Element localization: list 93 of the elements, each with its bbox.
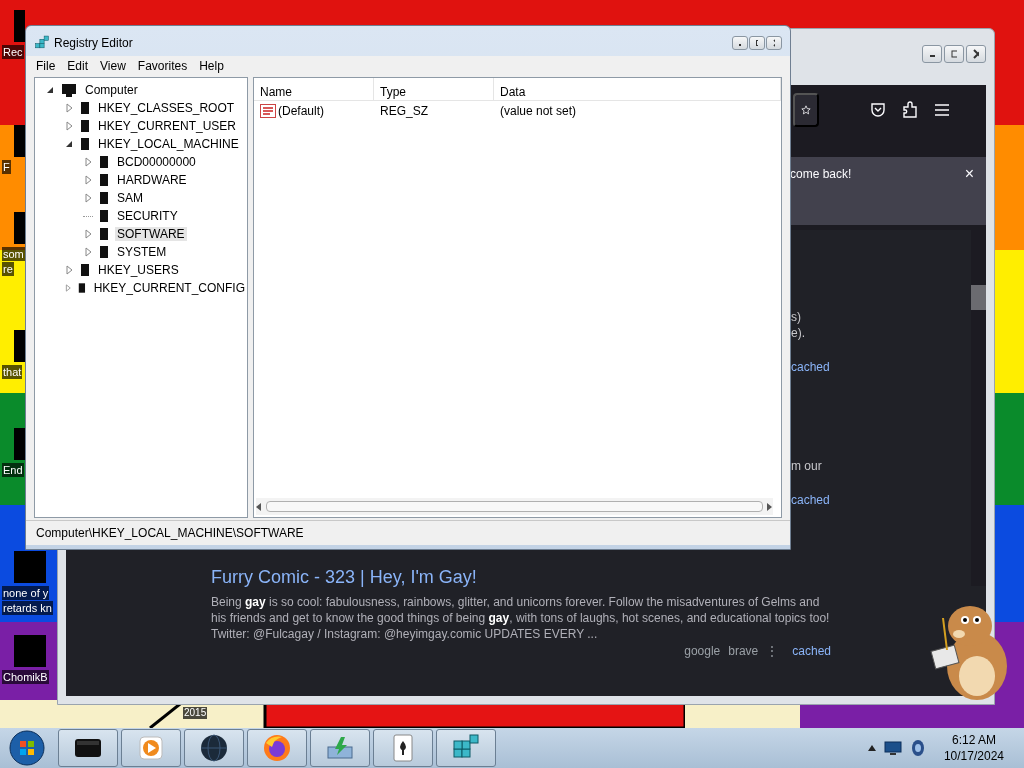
expand-triangle-icon[interactable] — [83, 157, 93, 167]
desktop-icon-label[interactable]: that — [2, 365, 23, 379]
folder-icon — [80, 101, 90, 115]
expand-triangle-icon[interactable] — [64, 265, 74, 275]
desktop-icon-label[interactable]: Rec — [2, 45, 24, 59]
expand-triangle-icon[interactable] — [83, 193, 93, 203]
menu-item[interactable]: File — [30, 58, 62, 73]
globe-icon — [199, 733, 229, 763]
desktop-icon-label[interactable]: F — [2, 160, 11, 174]
window-title: Registry Editor — [54, 35, 133, 50]
result-text: m our — [791, 459, 822, 473]
cached-link[interactable]: cached — [791, 360, 830, 374]
tree-item[interactable]: HKEY_CLASSES_ROOT — [96, 101, 237, 115]
desktop-icon-label[interactable]: re — [2, 262, 14, 276]
string-value-icon — [260, 104, 276, 118]
tree-item[interactable]: HKEY_USERS — [96, 263, 181, 277]
source-label: brave — [728, 644, 759, 658]
folder-icon — [99, 209, 109, 223]
desktop-icon-label[interactable]: retards kn — [2, 601, 53, 615]
tree-item[interactable]: HKEY_CURRENT_CONFIG — [91, 281, 247, 295]
browser-icon — [262, 733, 292, 763]
desktop-icon-label[interactable]: som — [2, 247, 25, 261]
result-text: s) — [791, 310, 801, 324]
collapse-triangle-icon[interactable] — [64, 139, 74, 149]
menu-item[interactable]: View — [94, 58, 132, 73]
expand-triangle-icon[interactable] — [64, 121, 74, 131]
desktop-icon-label[interactable]: End — [2, 463, 24, 477]
more-button[interactable]: ⋮ — [766, 644, 779, 658]
expand-triangle-icon[interactable] — [83, 229, 93, 239]
result-title-link[interactable]: Furry Comic - 323 | Hey, I'm Gay! — [211, 567, 477, 588]
menu-item[interactable]: Favorites — [131, 58, 194, 73]
scroll-left-icon[interactable] — [256, 502, 262, 511]
folder-icon — [99, 191, 109, 205]
clock[interactable]: 6:12 AM 10/17/2024 — [943, 732, 1004, 764]
notification-text: come back! — [790, 167, 853, 181]
tree-item[interactable]: SECURITY — [115, 209, 180, 223]
result-snippet: Being gay is so cool: fabulousness, rainbows, glitter, and unicorns forever. Follow the misadventures of Gelms and his friends and get to know the good things of being gay, with tons of laughs, hot scenes, and educational topics too! Twitter: @Fulcagay / Instagram: @heyimgay.comic UPDATES EVERY ... — [211, 594, 831, 642]
desktop-icon-label[interactable]: ChomikB — [2, 670, 49, 684]
playing-card-icon — [390, 733, 416, 763]
folder-icon — [80, 137, 90, 151]
folder-icon — [80, 263, 90, 277]
play-icon — [138, 735, 164, 761]
monitor-icon[interactable] — [883, 740, 902, 756]
expand-triangle-icon[interactable] — [83, 175, 93, 185]
tree-item[interactable]: Computer — [83, 83, 140, 97]
tree-item[interactable]: HARDWARE — [115, 173, 189, 187]
wallpaper-text: 2015 — [183, 707, 208, 719]
status-bar: Computer\HKEY_LOCAL_MACHINE\SOFTWARE — [26, 520, 790, 545]
tree-item[interactable]: SAM — [115, 191, 145, 205]
bookmark-star-button[interactable] — [793, 93, 819, 127]
expand-triangle-icon[interactable] — [64, 103, 74, 113]
desktop-icon-label[interactable]: none of y — [2, 586, 50, 600]
cubes-icon — [34, 34, 50, 51]
pocket-icon[interactable] — [870, 102, 886, 118]
start-button[interactable] — [8, 729, 46, 767]
collapse-triangle-icon[interactable] — [45, 85, 55, 95]
close-button[interactable] — [966, 45, 986, 63]
scrollbar[interactable] — [971, 230, 986, 586]
taskbar-app-button[interactable] — [58, 729, 118, 767]
tree-item[interactable]: BCD00000000 — [115, 155, 198, 169]
minimize-button[interactable] — [922, 45, 942, 63]
taskbar-app-button[interactable] — [184, 729, 244, 767]
expand-triangle-icon[interactable] — [64, 283, 72, 293]
puzzle-piece-icon[interactable] — [902, 101, 918, 119]
menu-icon[interactable] — [934, 103, 950, 117]
computer-icon — [61, 83, 77, 97]
speaker-icon[interactable] — [909, 739, 926, 757]
expand-triangle-icon[interactable] — [83, 247, 93, 257]
horizontal-scrollbar[interactable] — [256, 498, 773, 515]
menu-item[interactable]: Help — [193, 58, 230, 73]
folder-icon — [77, 281, 86, 295]
tree-item[interactable]: SYSTEM — [115, 245, 169, 259]
result-text: e). — [791, 326, 805, 340]
value-type: REG_SZ — [380, 104, 428, 118]
folder-icon — [99, 245, 109, 259]
tree-item[interactable]: SOFTWARE — [115, 227, 187, 241]
folder-icon — [99, 155, 109, 169]
source-label: google — [684, 644, 721, 658]
tree-item[interactable]: HKEY_CURRENT_USER — [96, 119, 239, 133]
folder-icon — [99, 227, 109, 241]
value-data: (value not set) — [500, 104, 577, 118]
maximize-button[interactable] — [749, 35, 765, 50]
tree-item[interactable]: HKEY_LOCAL_MACHINE — [96, 137, 241, 151]
folder-icon — [80, 119, 90, 133]
cached-link[interactable]: cached — [792, 644, 831, 658]
folder-icon — [99, 173, 109, 187]
value-name[interactable]: (Default) — [278, 104, 324, 118]
cached-link[interactable]: cached — [791, 493, 830, 507]
close-button[interactable]: × — [964, 167, 974, 181]
menu-item[interactable]: Edit — [61, 58, 95, 73]
tray-arrow-icon[interactable] — [867, 745, 876, 751]
scroll-right-icon[interactable] — [767, 502, 773, 511]
download-arrow-icon — [325, 735, 355, 761]
